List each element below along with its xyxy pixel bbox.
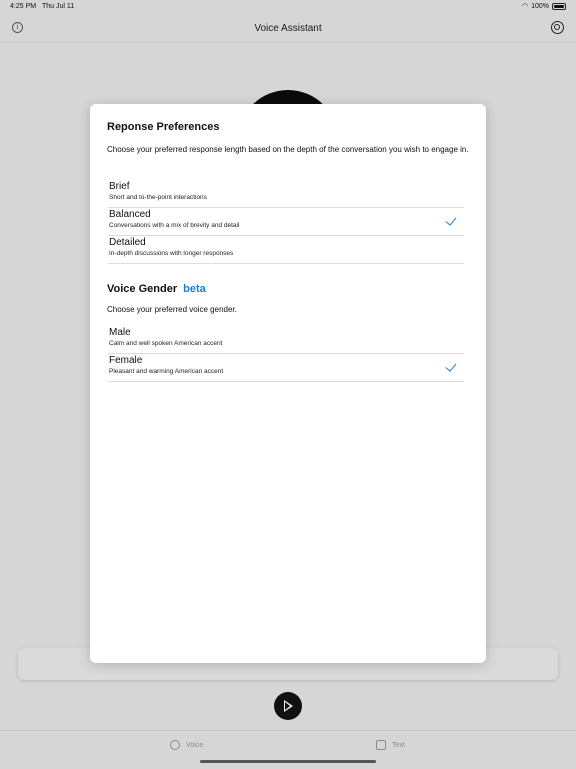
play-icon <box>284 700 293 712</box>
battery-percent: 100% <box>531 2 549 10</box>
beta-badge: beta <box>183 283 206 295</box>
option-name: Balanced <box>109 209 151 220</box>
preferences-modal: Reponse Preferences Choose your preferre… <box>90 104 486 663</box>
option-name: Male <box>109 327 131 338</box>
option-name: Brief <box>109 181 130 192</box>
option-male[interactable]: Male Calm and well spoken American accen… <box>108 326 464 354</box>
tab-voice-label: Voice <box>186 741 204 749</box>
home-indicator <box>200 760 376 763</box>
option-name: Detailed <box>109 237 146 248</box>
battery-icon <box>552 2 566 10</box>
option-detailed[interactable]: Detailed In-depth discussions with longe… <box>108 236 464 264</box>
play-icon-inner <box>285 702 290 710</box>
tab-text-label: Text <box>392 741 405 749</box>
tab-bar: Voice Text <box>0 730 576 769</box>
option-sub: Calm and well spoken American accent <box>109 340 223 347</box>
checkmark-icon <box>445 214 457 226</box>
wifi-icon: ◠ <box>521 3 529 10</box>
option-sub: In-depth discussions with longer respons… <box>109 250 234 257</box>
option-sub: Short and to-the-point interactions <box>109 194 207 201</box>
status-right: ◠ 100% <box>522 2 566 10</box>
response-prefs-description: Choose your preferred response length ba… <box>107 145 469 154</box>
tab-voice[interactable]: Voice <box>170 740 203 750</box>
option-sub: Conversations with a mix of brevity and … <box>109 222 240 229</box>
status-bar: 4:25 PM Thu Jul 11 ◠ 100% <box>0 0 576 14</box>
play-button[interactable] <box>274 692 302 720</box>
settings-icon[interactable] <box>551 21 564 34</box>
checkmark-icon <box>445 360 457 372</box>
voice-gender-title: Voice Gender beta <box>107 283 206 295</box>
option-name: Female <box>109 355 143 366</box>
voice-gender-description: Choose your preferred voice gender. <box>107 305 237 314</box>
microphone-icon <box>170 740 180 750</box>
status-date: Thu Jul 11 <box>42 3 75 10</box>
navigation-bar: i Voice Assistant <box>0 14 576 43</box>
page-title: Voice Assistant <box>254 23 322 34</box>
option-female[interactable]: Female Pleasant and warming American acc… <box>108 354 464 382</box>
status-time: 4:25 PM <box>10 3 37 10</box>
voice-gender-title-text: Voice Gender <box>107 283 178 295</box>
response-prefs-title: Reponse Preferences <box>107 121 220 133</box>
tab-text[interactable]: Text <box>376 740 405 750</box>
keyboard-icon <box>376 740 386 750</box>
option-brief[interactable]: Brief Short and to-the-point interaction… <box>108 180 464 208</box>
option-sub: Pleasant and warming American accent <box>109 368 224 375</box>
option-balanced[interactable]: Balanced Conversations with a mix of bre… <box>108 208 464 236</box>
